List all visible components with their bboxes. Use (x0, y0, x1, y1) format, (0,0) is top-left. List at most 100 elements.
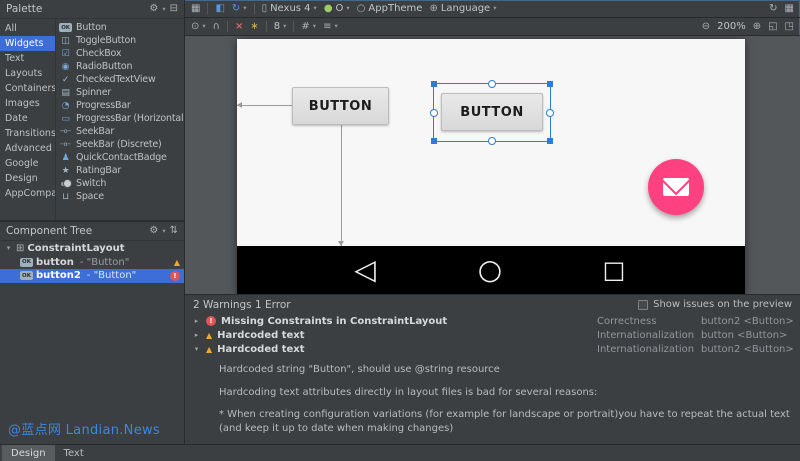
palette-item-seekbar-discrete[interactable]: SeekBar (Discrete) (56, 138, 184, 151)
separator (226, 21, 228, 32)
issue-detail: Hardcoded string "Button", should use @s… (185, 356, 800, 444)
show-issues-checkbox[interactable] (638, 299, 649, 310)
variants-icon[interactable] (191, 4, 200, 14)
chevron-down-icon[interactable] (162, 228, 165, 235)
infer-constraints-icon[interactable] (250, 22, 258, 32)
palette-category-images[interactable]: Images (0, 96, 55, 111)
palette-category-text[interactable]: Text (0, 51, 55, 66)
palette-category-widgets[interactable]: Widgets (0, 36, 55, 51)
minimize-icon[interactable] (170, 4, 178, 14)
palette-item-radiobutton[interactable]: RadioButton (56, 60, 184, 73)
palette-category-all[interactable]: All (0, 21, 55, 36)
palette-category-design[interactable]: Design (0, 171, 55, 186)
palette-item-progressbar[interactable]: ProgressBar (56, 99, 184, 112)
watermark: @蓝点网 Landian.News (8, 423, 161, 438)
design-mode-icon[interactable] (215, 4, 224, 14)
floating-action-button[interactable] (648, 159, 704, 215)
issue-category: Correctness (597, 315, 657, 327)
resize-handle[interactable] (431, 81, 437, 87)
palette-item-checkedtextview[interactable]: CheckedTextView (56, 73, 184, 86)
constraint-anchor[interactable] (488, 137, 496, 145)
device-icon (262, 4, 268, 14)
palette-category-transitions[interactable]: Transitions (0, 126, 55, 141)
globe-icon (429, 4, 437, 14)
palette-category-google[interactable]: Google (0, 156, 55, 171)
guidelines-selector[interactable] (301, 22, 316, 32)
palette-category-containers[interactable]: Containers (0, 81, 55, 96)
tree-item-button2[interactable]: button2 - "Button" (0, 269, 184, 283)
palette-category-appcompat[interactable]: AppCompat (0, 186, 55, 201)
expand-arrow-icon[interactable] (192, 332, 201, 339)
issue-row-missing-constraints[interactable]: Missing Constraints in ConstraintLayout … (185, 314, 800, 328)
design-surface[interactable]: BUTTON BUTTON (185, 36, 800, 294)
expand-arrow-icon[interactable] (4, 245, 13, 252)
pan-icon[interactable] (785, 22, 794, 32)
palette-item-seekbar[interactable]: SeekBar (56, 125, 184, 138)
palette-category-layouts[interactable]: Layouts (0, 66, 55, 81)
constraint-anchor[interactable] (488, 80, 496, 88)
resize-handle[interactable] (547, 138, 553, 144)
issue-row-hardcoded-text-2[interactable]: Hardcoded text Internationalization butt… (185, 342, 800, 356)
constraintlayout-icon (16, 244, 24, 254)
show-issues-toggle[interactable]: Show issues on the preview (638, 299, 792, 310)
palette-item-progressbar-horizontal[interactable]: ProgressBar (Horizontal) (56, 112, 184, 125)
palette-item-quickcontactbadge[interactable]: QuickContactBadge (56, 151, 184, 164)
canvas-button2-selected[interactable]: BUTTON (441, 93, 543, 131)
tab-text[interactable]: Text (55, 445, 93, 461)
palette-item-button[interactable]: Button (56, 21, 184, 34)
issue-detail-line: Hardcoding text attributes directly in l… (219, 386, 598, 398)
collapse-arrow-icon[interactable] (192, 346, 201, 353)
device-selector[interactable]: Nexus 4 (262, 3, 317, 14)
palette-item-label: SeekBar (Discrete) (76, 139, 162, 150)
palette-item-label: Space (76, 191, 104, 202)
refresh-layout-icon[interactable] (769, 4, 777, 14)
issues-header: 2 Warnings 1 Error Show issues on the pr… (185, 295, 800, 314)
clear-constraints-icon[interactable] (235, 22, 243, 32)
tree-item-button[interactable]: button - "Button" (0, 256, 184, 270)
constraint-anchor[interactable] (546, 108, 554, 117)
tree-item-constraintlayout[interactable]: ConstraintLayout (0, 242, 184, 256)
chevron-down-icon[interactable] (162, 6, 165, 13)
zoom-in-icon[interactable] (753, 22, 761, 32)
gear-icon[interactable] (149, 226, 158, 236)
palette-item-space[interactable]: Space (56, 190, 184, 203)
nav-recents-icon[interactable] (603, 258, 626, 282)
orientation-icon (232, 4, 240, 14)
palette-item-ratingbar[interactable]: RatingBar (56, 164, 184, 177)
resize-handle[interactable] (547, 81, 553, 87)
canvas-button1[interactable]: BUTTON (292, 87, 389, 125)
constraint-anchor[interactable] (430, 108, 438, 117)
palette-item-switch[interactable]: Switch (56, 177, 184, 190)
progressbar-horizontal-icon (59, 112, 72, 125)
togglebutton-icon (59, 34, 72, 47)
chevron-down-icon (334, 23, 337, 30)
separator (253, 3, 255, 14)
panel-settings-icon[interactable] (785, 4, 794, 14)
issue-title: Hardcoded text (217, 343, 305, 355)
theme-selector[interactable]: AppTheme (357, 3, 422, 14)
resize-handle[interactable] (431, 138, 437, 144)
default-margin-selector[interactable]: 8 (274, 21, 287, 32)
palette-item-checkbox[interactable]: CheckBox (56, 47, 184, 60)
expand-arrow-icon[interactable] (192, 318, 201, 325)
zoom-to-fit-icon[interactable] (768, 22, 777, 32)
nav-home-icon[interactable] (478, 256, 502, 284)
palette-item-label: ProgressBar (Horizontal) (76, 113, 184, 124)
gear-icon[interactable] (149, 4, 158, 14)
palette-category-date[interactable]: Date (0, 111, 55, 126)
view-options-selector[interactable] (191, 22, 206, 32)
sort-icon[interactable] (170, 226, 178, 236)
language-selector[interactable]: Language (429, 3, 496, 14)
api-selector[interactable]: O (324, 3, 350, 14)
palette-category-advanced[interactable]: Advanced (0, 141, 55, 156)
nav-back-icon[interactable] (354, 256, 376, 284)
tab-design[interactable]: Design (2, 445, 55, 461)
palette-item-spinner[interactable]: Spinner (56, 86, 184, 99)
progressbar-icon (59, 99, 72, 112)
zoom-out-icon[interactable] (702, 22, 710, 32)
align-selector[interactable] (323, 22, 338, 32)
autoconnect-magnet-icon[interactable] (213, 22, 220, 32)
issue-row-hardcoded-text-1[interactable]: Hardcoded text Internationalization butt… (185, 328, 800, 342)
orientation-selector[interactable] (232, 4, 247, 14)
palette-item-togglebutton[interactable]: ToggleButton (56, 34, 184, 47)
